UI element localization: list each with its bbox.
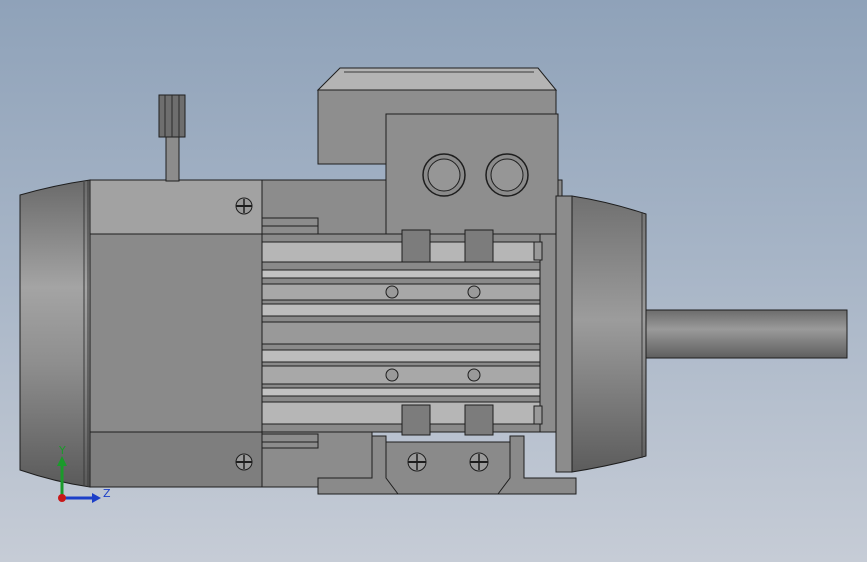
- rear-end-cap: [19, 179, 91, 488]
- cooling-fins: [261, 229, 541, 436]
- motor-model[interactable]: Y Z: [0, 0, 867, 562]
- screw-icon: [235, 197, 253, 215]
- cable-gland-icon: [485, 153, 529, 197]
- y-axis-label: Y: [58, 444, 66, 457]
- z-axis-arrowhead: [92, 493, 101, 503]
- cable-gland-icon: [422, 153, 466, 197]
- z-axis-label: Z: [103, 487, 111, 500]
- screw-icon: [469, 452, 489, 472]
- motor-shaft: [645, 309, 848, 359]
- screw-icon: [407, 452, 427, 472]
- brake-housing: [89, 179, 263, 488]
- screw-icon: [235, 453, 253, 471]
- front-end-shield: [533, 195, 647, 473]
- origin-dot: [58, 494, 66, 502]
- brake-release-lever: [158, 94, 186, 182]
- cad-viewport[interactable]: Y Z: [0, 0, 867, 562]
